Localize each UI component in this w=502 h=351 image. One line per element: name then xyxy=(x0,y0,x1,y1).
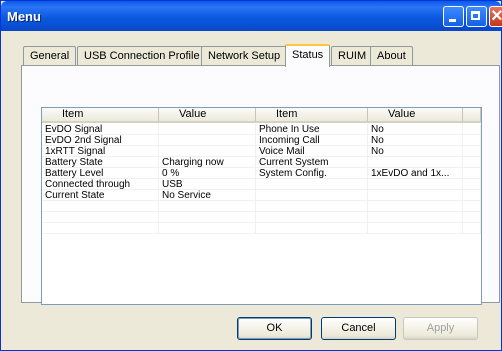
value-cell: USB xyxy=(159,179,256,190)
filler-cell xyxy=(463,212,481,223)
tab-about[interactable]: About xyxy=(370,46,413,66)
value-cell xyxy=(159,135,256,146)
maximize-icon[interactable] xyxy=(466,6,487,27)
item-cell: Voice Mail xyxy=(256,146,368,157)
value-cell xyxy=(368,179,463,190)
filler-cell xyxy=(463,157,481,168)
column-header-item-2[interactable]: Item xyxy=(256,108,368,123)
table-row[interactable] xyxy=(42,212,481,223)
item-cell xyxy=(256,190,368,201)
item-cell: Connected through xyxy=(42,179,159,190)
item-cell xyxy=(256,179,368,190)
tab-ruim[interactable]: RUIM xyxy=(331,46,374,66)
item-cell xyxy=(42,223,159,234)
value-cell: No xyxy=(368,146,463,157)
filler-cell xyxy=(463,124,481,135)
item-cell: EvDO Signal xyxy=(42,124,159,135)
filler-cell xyxy=(463,223,481,234)
filler-cell xyxy=(463,146,481,157)
value-cell: No xyxy=(368,135,463,146)
value-cell xyxy=(368,223,463,234)
table-row[interactable]: Current State No Service xyxy=(42,190,481,201)
item-cell xyxy=(256,201,368,212)
column-header-value[interactable]: Value xyxy=(159,108,256,123)
close-icon[interactable] xyxy=(489,4,502,28)
value-cell xyxy=(159,201,256,212)
filler-cell xyxy=(463,135,481,146)
filler-cell xyxy=(463,201,481,212)
item-cell: Battery State xyxy=(42,157,159,168)
value-cell xyxy=(159,146,256,157)
minimize-icon[interactable] xyxy=(443,6,464,27)
value-cell xyxy=(368,212,463,223)
cancel-button[interactable]: Cancel xyxy=(321,317,396,340)
item-cell: Current State xyxy=(42,190,159,201)
title-bar[interactable]: Menu xyxy=(1,1,502,31)
value-cell: Charging now xyxy=(159,157,256,168)
filler-cell xyxy=(463,190,481,201)
tab-network-setup[interactable]: Network Setup xyxy=(201,46,288,66)
apply-button: Apply xyxy=(403,317,478,340)
ok-button[interactable]: OK xyxy=(237,317,312,340)
item-cell: Phone In Use xyxy=(256,124,368,135)
value-cell: 0 % xyxy=(159,168,256,179)
item-cell xyxy=(256,223,368,234)
table-row[interactable]: Connected through USB xyxy=(42,179,481,190)
column-header-item[interactable]: Item xyxy=(42,108,159,123)
value-cell: No xyxy=(368,124,463,135)
tab-general[interactable]: General xyxy=(23,46,77,66)
table-row[interactable]: EvDO Signal Phone In Use No xyxy=(42,124,481,135)
value-cell xyxy=(159,124,256,135)
item-cell: Current System xyxy=(256,157,368,168)
filler-cell xyxy=(463,179,481,190)
table-row[interactable] xyxy=(42,201,481,212)
status-table[interactable]: Item Value Item Value EvDO Signal Phone I… xyxy=(41,107,482,305)
item-cell: Battery Level xyxy=(42,168,159,179)
menu-window: Menu General USB Connection Profile Netw… xyxy=(0,0,502,351)
value-cell xyxy=(159,223,256,234)
value-cell xyxy=(159,212,256,223)
status-panel: Item Value Item Value EvDO Signal Phone I… xyxy=(21,65,500,305)
table-row[interactable]: 1xRTT Signal Voice Mail No xyxy=(42,146,481,157)
value-cell xyxy=(368,201,463,212)
value-cell xyxy=(368,190,463,201)
value-cell: No Service xyxy=(159,190,256,201)
item-cell: System Config. xyxy=(256,168,368,179)
table-row[interactable]: Battery State Charging now Current System xyxy=(42,157,481,168)
value-cell xyxy=(368,157,463,168)
item-cell xyxy=(256,212,368,223)
item-cell: Incoming Call xyxy=(256,135,368,146)
table-row[interactable]: Battery Level 0 % System Config. 1xEvDO and… xyxy=(42,168,481,179)
filler-cell xyxy=(463,168,481,179)
tab-usb-connection-profile[interactable]: USB Connection Profile xyxy=(77,46,207,66)
window-title: Menu xyxy=(7,9,41,24)
item-cell xyxy=(42,212,159,223)
table-row[interactable] xyxy=(42,223,481,234)
column-header-filler xyxy=(463,108,481,123)
item-cell xyxy=(42,201,159,212)
table-row[interactable]: EvDO 2nd Signal Incoming Call No xyxy=(42,135,481,146)
item-cell: 1xRTT Signal xyxy=(42,146,159,157)
column-header-value-2[interactable]: Value xyxy=(368,108,463,123)
table-header: Item Value Item Value xyxy=(42,108,481,123)
tab-status[interactable]: Status xyxy=(285,44,331,67)
value-cell: 1xEvDO and 1x... xyxy=(368,168,463,179)
item-cell: EvDO 2nd Signal xyxy=(42,135,159,146)
